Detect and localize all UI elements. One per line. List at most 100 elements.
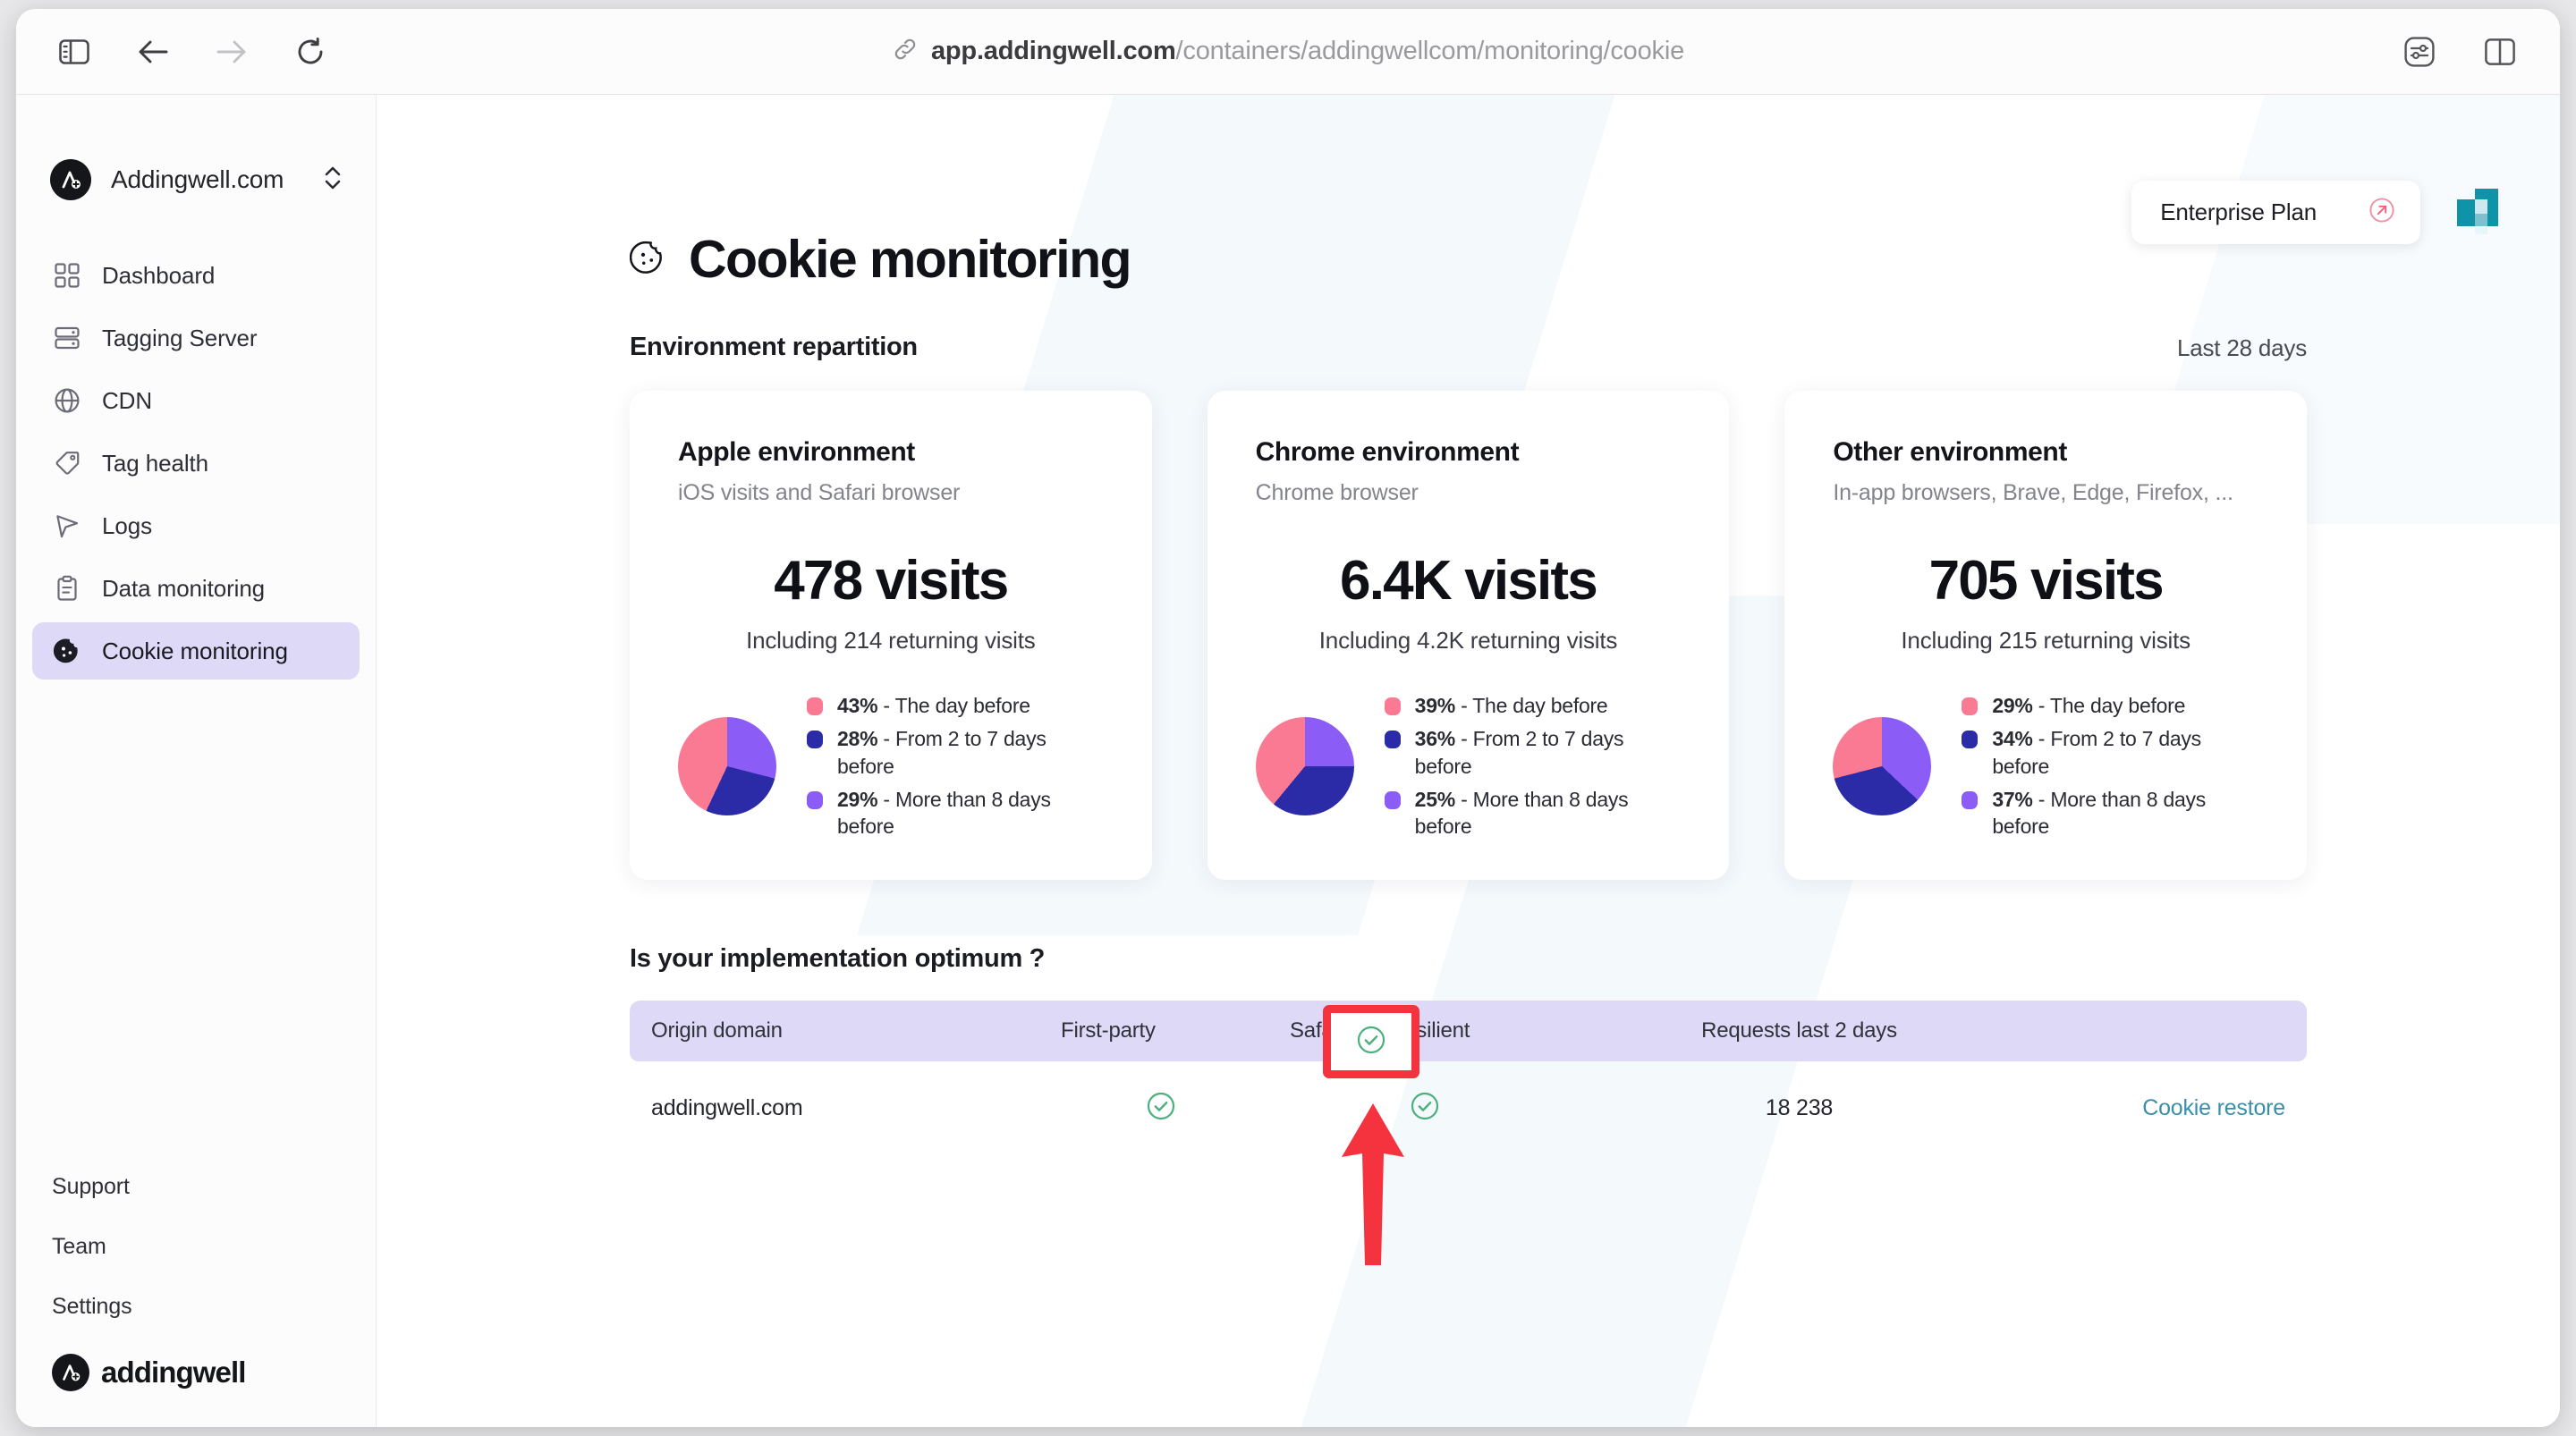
sidebar-item-label: Tag health — [102, 449, 208, 477]
card-chart-row: 39% - The day before 36% - From 2 to 7 d… — [1255, 692, 1682, 840]
legend-item: 28% - From 2 to 7 days before — [807, 725, 1104, 780]
card-chart-row: 29% - The day before 34% - From 2 to 7 d… — [1833, 692, 2258, 840]
sidebar-item-cdn[interactable]: CDN — [32, 372, 360, 429]
table-row: addingwell.com 18 238 Cookie restore — [630, 1061, 2307, 1156]
legend-label: 25% - More than 8 days before — [1414, 788, 1629, 839]
environment-card: Apple environment iOS visits and Safari … — [630, 391, 1152, 880]
sidebar-item-label: Dashboard — [102, 261, 216, 289]
card-headline-value: 478 visits — [774, 550, 1009, 612]
legend-label: 36% - From 2 to 7 days before — [1414, 727, 1624, 778]
legend-item: 39% - The day before — [1384, 692, 1682, 719]
date-range-label: Last 28 days — [2176, 334, 2307, 361]
sidebar-toggle-icon[interactable] — [55, 33, 93, 71]
annotation-highlight-box — [1323, 1005, 1419, 1078]
legend-swatch — [1962, 697, 1979, 715]
footer-link-team[interactable]: Team — [52, 1234, 340, 1260]
card-chart-row: 43% - The day before 28% - From 2 to 7 d… — [678, 692, 1104, 840]
legend-label: 29% - The day before — [1992, 694, 2186, 717]
card-subtitle: In-app browsers, Brave, Edge, Firefox, .… — [1833, 480, 2233, 505]
pie-legend: 43% - The day before 28% - From 2 to 7 d… — [807, 692, 1104, 840]
legend-label: 39% - The day before — [1414, 694, 1608, 717]
main-content: Enterprise Plan Cookie monitoring Enviro… — [377, 95, 2560, 1427]
link-icon — [892, 36, 919, 67]
legend-swatch — [1384, 791, 1401, 810]
sidebar-item-label: CDN — [102, 386, 153, 414]
forward-arrow-icon[interactable] — [213, 33, 250, 71]
pie-chart — [1255, 716, 1354, 815]
reload-icon[interactable] — [292, 33, 329, 71]
sidebar-item-data-monitoring[interactable]: Data monitoring — [32, 560, 360, 617]
card-returning-visits: Including 214 returning visits — [746, 627, 1036, 654]
legend-swatch — [807, 697, 823, 715]
section-title-environment: Environment repartition — [630, 333, 918, 361]
cell-requests-count: 18 238 — [1765, 1095, 1834, 1121]
avatar[interactable] — [2454, 185, 2510, 241]
plan-label: Enterprise Plan — [2160, 199, 2317, 225]
tag-icon — [52, 448, 82, 478]
plan-badge[interactable]: Enterprise Plan — [2131, 181, 2420, 244]
page-title-text: Cookie monitoring — [689, 230, 1132, 289]
sidebar-nav: Dashboard Tagging Server CDN Tag health … — [16, 247, 376, 680]
legend-swatch — [1384, 697, 1401, 715]
card-subtitle: iOS visits and Safari browser — [678, 480, 961, 505]
workspace-switcher[interactable]: Addingwell.com — [50, 159, 343, 200]
implementation-table: Origin domain First-party Safari 16.4 re… — [630, 1000, 2307, 1156]
grid-icon — [52, 260, 82, 291]
pie-chart — [1833, 716, 1932, 815]
legend-label: 34% - From 2 to 7 days before — [1992, 727, 2201, 778]
column-header-origin-domain: Origin domain — [651, 1018, 783, 1043]
legend-label: 43% - The day before — [837, 694, 1030, 717]
card-title: Apple environment — [678, 437, 915, 467]
legend-item: 43% - The day before — [807, 692, 1104, 719]
legend-item: 29% - More than 8 days before — [807, 786, 1104, 840]
url-domain: app.addingwell.com — [930, 37, 1176, 65]
footer-link-support[interactable]: Support — [52, 1174, 340, 1200]
page-settings-icon[interactable] — [2401, 33, 2438, 71]
card-headline-value: 705 visits — [1928, 550, 2165, 612]
sidebar-item-label: Data monitoring — [102, 574, 266, 602]
footer-link-settings[interactable]: Settings — [52, 1294, 340, 1320]
check-circle-icon — [1146, 1091, 1176, 1126]
external-link-circle-icon[interactable] — [2368, 197, 2395, 228]
column-header-requests: Requests last 2 days — [1701, 1018, 1897, 1043]
sidebar-item-label: Logs — [102, 511, 152, 539]
sidebar-item-cookie-monitoring[interactable]: Cookie monitoring — [32, 622, 360, 680]
pie-legend: 29% - The day before 34% - From 2 to 7 d… — [1962, 692, 2258, 840]
legend-swatch — [1962, 731, 1979, 749]
url-bar[interactable]: app.addingwell.com/containers/addingwell… — [892, 36, 1684, 67]
column-header-first-party: First-party — [1061, 1018, 1156, 1043]
cell-safari-resilient — [1277, 1091, 1572, 1126]
sidebar-item-dashboard[interactable]: Dashboard — [32, 247, 360, 304]
workspace-logo-icon — [50, 159, 91, 200]
sidebar-item-tagging-server[interactable]: Tagging Server — [32, 309, 360, 367]
addingwell-wordmark: addingwell — [101, 1356, 246, 1389]
environment-cards: Apple environment iOS visits and Safari … — [630, 391, 2560, 880]
section-header: Environment repartition Last 28 days — [630, 333, 2560, 362]
cookie-icon — [52, 636, 82, 666]
card-returning-visits: Including 215 returning visits — [1901, 627, 2190, 654]
cookie-restore-link[interactable]: Cookie restore — [2142, 1095, 2285, 1121]
pie-legend: 39% - The day before 36% - From 2 to 7 d… — [1384, 692, 1682, 840]
sidebar: Addingwell.com Dashboard Tagging Server … — [16, 95, 377, 1427]
workspace-name: Addingwell.com — [111, 165, 284, 193]
up-arrow-annotation — [1338, 1102, 1408, 1271]
sidebar-item-tag-health[interactable]: Tag health — [32, 435, 360, 492]
addingwell-logo: addingwell — [52, 1354, 340, 1391]
back-arrow-icon[interactable] — [134, 33, 172, 71]
legend-label: 37% - More than 8 days before — [1992, 788, 2207, 839]
check-circle-icon — [1356, 1025, 1386, 1060]
card-returning-visits: Including 4.2K returning visits — [1318, 627, 1618, 654]
cell-first-party — [1045, 1091, 1277, 1126]
url-text: app.addingwell.com/containers/addingwell… — [931, 37, 1684, 66]
legend-item: 37% - More than 8 days before — [1962, 786, 2258, 840]
top-bar: Enterprise Plan — [2131, 181, 2510, 244]
tab-overview-icon[interactable] — [2481, 33, 2519, 71]
clipboard-icon — [52, 573, 82, 604]
legend-item: 25% - More than 8 days before — [1384, 786, 1682, 840]
legend-swatch — [807, 731, 823, 749]
send-icon — [52, 511, 82, 541]
chevron-updown-icon[interactable] — [322, 161, 343, 199]
environment-card: Other environment In-app browsers, Brave… — [1784, 391, 2308, 880]
sidebar-item-logs[interactable]: Logs — [32, 497, 360, 554]
legend-label: 29% - More than 8 days before — [837, 788, 1051, 839]
